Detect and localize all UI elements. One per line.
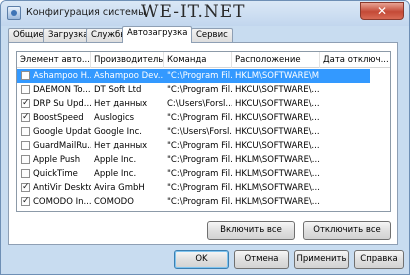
cell-manufacturer: Apple Inc. [94, 155, 137, 165]
startup-checkbox[interactable]: ✓ [21, 197, 30, 206]
cell-location: HKCU\SOFTWARE\... [235, 85, 320, 95]
cell-command: "C:\Users\Forsl... [167, 127, 232, 137]
cell-command: "C:\Program Fil... [167, 85, 232, 95]
table-row[interactable]: GuardMailRu... Нет данных "C:\Program Fil.… [17, 139, 390, 153]
cell-command: "C:\Program Fil... [167, 197, 232, 207]
cell-manufacturer: Auslogics [94, 113, 135, 123]
close-button[interactable]: ✕ [360, 2, 404, 20]
cell-location: HKCU\SOFTWARE\... [235, 127, 320, 137]
column-header-date-disabled[interactable]: Дата отключ... [320, 52, 390, 68]
cell-manufacturer: COMODO [94, 197, 134, 207]
cell-item: Ashampoo H... [33, 71, 91, 81]
startup-checkbox[interactable] [21, 85, 30, 94]
startup-checkbox[interactable] [21, 155, 30, 164]
column-header-manufacturer[interactable]: Производитель [91, 52, 164, 68]
cell-command: "C:\Program Fil... [167, 169, 232, 179]
cell-location: HKLM\SOFTWARE\... [235, 183, 320, 193]
close-icon: ✕ [376, 4, 388, 18]
watermark-text: WE-IT.NET [141, 2, 246, 22]
cell-manufacturer: Ashampoo Dev... [94, 71, 164, 81]
table-row[interactable]: ✓ BoostSpeed Auslogics "C:\Program Fil... HK… [17, 111, 390, 125]
cell-location: HKCU\SOFTWARE\... [235, 99, 320, 109]
table-header: Элемент авто... Производитель Команда Ра… [17, 52, 390, 68]
cell-item: DRP Su Upd... [33, 99, 91, 109]
cell-command: "C:\Program Fil... [167, 183, 232, 193]
cell-item: AntiVir Desktop [33, 183, 91, 193]
cell-date-disabled [323, 153, 390, 167]
cell-command: "C:\Program Fil... [167, 141, 232, 151]
startup-checkbox[interactable] [21, 141, 30, 150]
cancel-button[interactable]: Отмена [234, 250, 289, 269]
cell-location: HKCU\SOFTWARE\... [235, 141, 320, 151]
cell-manufacturer: Apple Inc. [94, 169, 137, 179]
startup-panel: Элемент авто... Производитель Команда Ра… [8, 42, 398, 245]
enable-all-button[interactable]: Включить все [207, 221, 295, 240]
cell-date-disabled [323, 83, 390, 97]
cell-manufacturer: Нет данных [94, 141, 148, 151]
column-header-location[interactable]: Расположение [232, 52, 320, 68]
disable-all-button[interactable]: Отключить все [303, 221, 391, 240]
table-row[interactable]: ✓ DRP Su Upd... Нет данных C:\Users\Forsl..… [17, 97, 390, 111]
table-row[interactable]: Apple Push Apple Inc. "C:\Program Fil... HK… [17, 153, 390, 167]
help-button[interactable]: Справка [354, 250, 404, 269]
cell-command: "C:\Program Fil... [167, 71, 232, 81]
table-row[interactable]: Google Update Google Inc. "C:\Users\Forsl.… [17, 125, 390, 139]
cell-item: Apple Push [33, 155, 81, 165]
cell-date-disabled [323, 167, 390, 181]
table-row[interactable]: QuickTime Apple Inc. "C:\Program Fil... HKL… [17, 167, 390, 181]
cell-command: "C:\Program Fil... [167, 113, 232, 123]
startup-checkbox[interactable]: ✓ [21, 113, 30, 122]
cell-item: COMODO In... [33, 197, 91, 207]
window-title: Конфигурация системы [26, 7, 146, 18]
cell-command: C:\Users\Forsl... [167, 99, 232, 109]
cell-item: DAEMON To... [33, 85, 91, 95]
cell-location: HKCU\SOFTWARE\... [235, 113, 320, 123]
cell-date-disabled [323, 97, 390, 111]
checkmark-icon: ✓ [22, 196, 30, 206]
cell-location: HKLM\SOFTWARE\... [235, 169, 320, 179]
tab-startup[interactable]: Автозагрузка [122, 26, 193, 43]
cell-item: Google Update [33, 127, 91, 137]
cell-location: HKLM\SOFTWARE\M... [235, 71, 320, 81]
checkmark-icon: ✓ [22, 112, 30, 122]
cell-manufacturer: Google Inc. [94, 127, 142, 137]
table-row[interactable]: ✓ COMODO In... COMODO "C:\Program Fil... HKL… [17, 195, 390, 209]
cell-command: "C:\Program Fil... [167, 155, 232, 165]
column-header-item[interactable]: Элемент авто... [17, 52, 91, 68]
startup-checkbox[interactable] [21, 127, 30, 136]
cell-item: BoostSpeed [33, 113, 84, 123]
startup-checkbox[interactable] [21, 71, 30, 80]
msconfig-app-icon [7, 6, 21, 20]
cell-item: GuardMailRu... [33, 141, 91, 151]
cell-date-disabled [323, 69, 390, 83]
table-row[interactable]: DAEMON To... DT Soft Ltd "C:\Program Fil..… [17, 83, 390, 97]
tab-tools[interactable]: Сервис [191, 28, 233, 42]
cell-date-disabled [323, 125, 390, 139]
apply-button[interactable]: Применить [294, 250, 349, 269]
cell-location: HKLM\SOFTWARE\... [235, 155, 320, 165]
checkmark-icon: ✓ [22, 182, 30, 192]
cell-manufacturer: Avira GmbH [94, 183, 145, 193]
startup-checkbox[interactable]: ✓ [21, 183, 30, 192]
table-row[interactable]: Ashampoo H... Ashampoo Dev... "C:\Program … [17, 69, 390, 83]
table-row[interactable]: ✓AntiVir DesktopAvira GmbH "C:\Program Fi… [17, 181, 390, 195]
startup-checkbox[interactable] [21, 169, 30, 178]
system-config-window: Конфигурация системы WE-IT.NET ✕ Общие З… [0, 0, 410, 275]
cell-date-disabled [323, 139, 390, 153]
cell-date-disabled [323, 181, 390, 195]
cell-date-disabled [323, 111, 390, 125]
cell-manufacturer: Нет данных [94, 99, 148, 109]
cell-manufacturer: DT Soft Ltd [94, 85, 142, 95]
startup-checkbox[interactable]: ✓ [21, 99, 30, 108]
title-bar[interactable]: Конфигурация системы WE-IT.NET ✕ [1, 1, 409, 26]
checkmark-icon: ✓ [22, 98, 30, 108]
cell-date-disabled [323, 195, 390, 209]
cell-location: HKLM\SOFTWARE\... [235, 197, 320, 207]
startup-table[interactable]: Элемент авто... Производитель Команда Ра… [16, 51, 391, 212]
column-header-command[interactable]: Команда [164, 52, 232, 68]
cell-item: QuickTime [33, 169, 78, 179]
ok-button[interactable]: OK [174, 250, 229, 269]
